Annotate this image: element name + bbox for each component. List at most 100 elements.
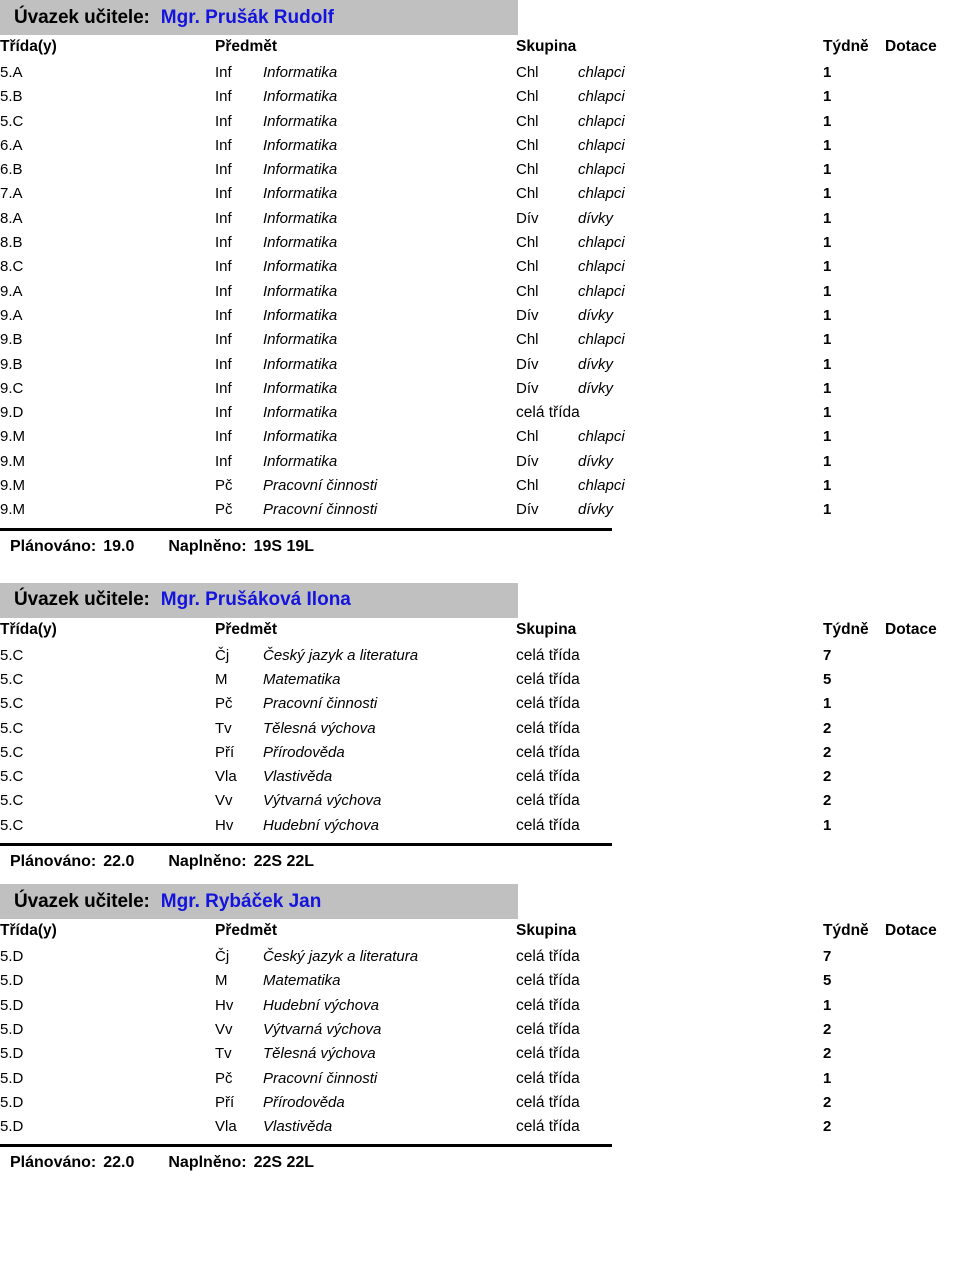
cell-subject-name: Pracovní činnosti: [263, 1069, 378, 1087]
column-header-week: Týdně: [823, 38, 869, 55]
cell-class: 8.A: [0, 209, 23, 227]
cell-subject-name: Tělesná výchova: [263, 719, 376, 737]
cell-group-abbr: Chl: [516, 282, 539, 300]
cell-allocation: [885, 765, 960, 789]
cell-allocation: [885, 110, 960, 134]
cell-subject-name: Matematika: [263, 972, 341, 990]
duty-table: Třída(y) Předmět Skupina Týdně Dotace 5.D Čj Če…: [0, 922, 960, 1139]
cell-group-abbr: Chl: [516, 331, 539, 349]
cell-week-hours: 2: [823, 1045, 832, 1063]
cell-week-hours: 5: [823, 670, 832, 688]
cell-group-abbr: Dív: [516, 355, 539, 373]
cell-group: celá třída: [516, 743, 580, 761]
cell-allocation: [885, 231, 960, 255]
cell-subject-name: Tělesná výchova: [263, 1045, 376, 1063]
cell-group-name: chlapci: [578, 234, 625, 252]
column-header-allocation: Dotace: [885, 38, 937, 55]
cell-subject-abbr: Inf: [215, 88, 232, 106]
cell-allocation: [885, 1018, 960, 1042]
cell-group-abbr: Chl: [516, 234, 539, 252]
cell-subject-abbr: Inf: [215, 185, 232, 203]
cell-allocation: [885, 498, 960, 522]
cell-allocation: [885, 945, 960, 969]
cell-week-hours: 1: [823, 64, 832, 81]
filled-label: Naplněno:: [168, 853, 247, 871]
cell-subject-abbr: Pří: [215, 1093, 235, 1111]
table-row: 5.D Tv Tělesná výchova celá třída 2: [0, 1042, 960, 1066]
table-row: 5.A Inf Informatika Chl chlapci 1: [0, 61, 960, 85]
cell-group-name: dívky: [578, 209, 614, 227]
cell-allocation: [885, 182, 960, 206]
cell-group-abbr: Dív: [516, 501, 539, 519]
cell-week-hours: 1: [823, 379, 832, 397]
cell-subject-name: Pracovní činnosti: [263, 501, 378, 519]
cell-group: celá třída: [516, 404, 580, 422]
cell-group-name: dívky: [578, 379, 614, 397]
cell-subject-abbr: Inf: [215, 136, 232, 154]
cell-week-hours: 1: [823, 306, 832, 324]
column-header-week: Týdně: [823, 620, 869, 638]
section-totals: Plánováno: 19.0 Naplněno: 19S 19L: [0, 531, 960, 556]
cell-subject-name: Informatika: [263, 282, 338, 300]
table-row: 6.B Inf Informatika Chl chlapci 1: [0, 158, 960, 182]
cell-week-hours: 1: [823, 404, 832, 422]
cell-subject-abbr: Čj: [215, 646, 230, 664]
cell-week-hours: 5: [823, 972, 832, 990]
cell-subject-name: Výtvarná výchova: [263, 1020, 382, 1038]
duty-table: Třída(y) Předmět Skupina Týdně Dotace 5.A Inf I…: [0, 38, 960, 523]
table-row: 5.D Hv Hudební výchova celá třída 1: [0, 994, 960, 1018]
cell-week-hours: 2: [823, 743, 832, 761]
teacher-name: Mgr. Rybáček Jan: [160, 890, 322, 912]
table-row: 5.D M Matematika celá třída 5: [0, 969, 960, 993]
cell-subject-name: Informatika: [263, 404, 338, 422]
cell-group-name: chlapci: [578, 112, 625, 130]
cell-allocation: [885, 692, 960, 716]
section-totals: Plánováno: 22.0 Naplněno: 22S 22L: [0, 1147, 960, 1172]
planned-value: 22.0: [103, 1154, 135, 1172]
cell-group-name: chlapci: [578, 258, 625, 276]
cell-week-hours: 1: [823, 996, 832, 1014]
cell-group: celá třída: [516, 646, 580, 664]
cell-allocation: [885, 1067, 960, 1091]
cell-subject-name: Výtvarná výchova: [263, 792, 382, 810]
cell-class: 5.A: [0, 64, 23, 81]
cell-subject-abbr: Inf: [215, 379, 232, 397]
teacher-header-band: Úvazek učitele: Mgr. Prušák Rudolf: [0, 0, 518, 35]
cell-subject-name: Informatika: [263, 64, 338, 81]
cell-allocation: [885, 255, 960, 279]
cell-class: 9.B: [0, 331, 23, 349]
teacher-label: Úvazek učitele:: [14, 890, 150, 912]
cell-allocation: [885, 158, 960, 182]
cell-class: 5.D: [0, 996, 24, 1014]
cell-group-abbr: Dív: [516, 306, 539, 324]
table-row: 9.B Inf Informatika Dív dívky 1: [0, 353, 960, 377]
cell-group-abbr: Dív: [516, 379, 539, 397]
cell-allocation: [885, 353, 960, 377]
cell-week-hours: 2: [823, 1020, 832, 1038]
cell-group-abbr: Chl: [516, 428, 539, 446]
cell-group-abbr: Chl: [516, 258, 539, 276]
table-row: 5.B Inf Informatika Chl chlapci 1: [0, 85, 960, 109]
column-header-subject: Předmět: [215, 620, 278, 638]
cell-class: 6.B: [0, 161, 23, 179]
cell-subject-name: Informatika: [263, 234, 338, 252]
cell-week-hours: 1: [823, 452, 832, 470]
cell-subject-abbr: Inf: [215, 306, 232, 324]
cell-week-hours: 1: [823, 501, 832, 519]
planned-label: Plánováno:: [10, 1154, 97, 1172]
cell-class: 5.B: [0, 88, 23, 106]
cell-subject-name: Informatika: [263, 258, 338, 276]
cell-subject-abbr: Hv: [215, 816, 234, 834]
cell-week-hours: 1: [823, 282, 832, 300]
table-row: 5.C Pří Přírodověda celá třída 2: [0, 741, 960, 765]
cell-subject-abbr: Inf: [215, 234, 232, 252]
teacher-name: Mgr. Prušáková Ilona: [160, 589, 351, 611]
cell-allocation: [885, 377, 960, 401]
cell-subject-name: Informatika: [263, 88, 338, 106]
cell-class: 5.D: [0, 948, 24, 966]
cell-allocation: [885, 1115, 960, 1139]
cell-class: 5.D: [0, 1020, 24, 1038]
filled-label: Naplněno:: [168, 537, 247, 555]
cell-class: 5.C: [0, 646, 24, 664]
